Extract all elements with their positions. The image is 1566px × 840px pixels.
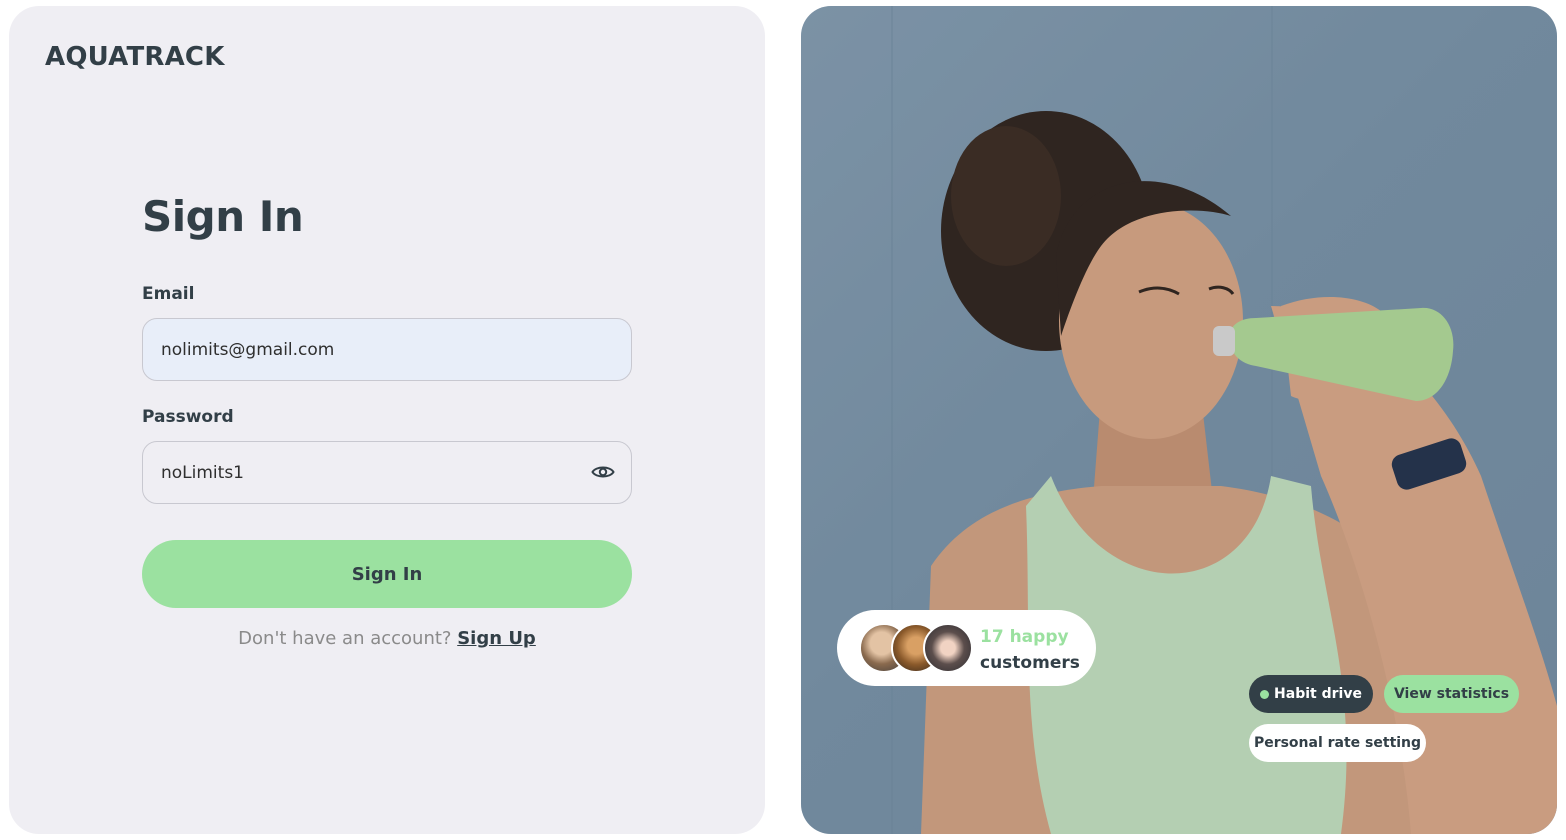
email-field[interactable] [142, 318, 632, 381]
page-title: Sign In [142, 192, 304, 241]
sign-in-panel: AQUATRACK Sign In Email Password Sign In… [9, 6, 765, 834]
signup-prompt: Don't have an account? [238, 628, 452, 649]
avatar [923, 623, 973, 673]
app-logo[interactable]: AQUATRACK [45, 42, 225, 72]
happy-customers-card: 17 happy customers [837, 610, 1096, 686]
customers-label: customers [980, 653, 1080, 673]
customers-text: 17 happy customers [980, 624, 1080, 676]
sign-in-form: Sign In Email Password Sign In Don't hav… [142, 192, 632, 649]
personal-rate-setting-tag[interactable]: Personal rate setting [1249, 724, 1426, 762]
customers-count: 17 happy [980, 627, 1069, 647]
status-dot-icon [1260, 689, 1270, 699]
sign-in-button[interactable]: Sign In [142, 540, 632, 608]
view-statistics-tag[interactable]: View statistics [1384, 675, 1519, 713]
hero-panel: 17 happy customers Habit drive View stat… [801, 6, 1557, 834]
email-label: Email [142, 284, 195, 304]
email-field-wrap [142, 318, 632, 381]
password-field[interactable] [142, 441, 632, 504]
signup-prompt-line: Don't have an account? Sign Up [142, 628, 632, 649]
eye-icon[interactable] [590, 461, 616, 483]
password-label: Password [142, 407, 234, 427]
habit-drive-label: Habit drive [1274, 686, 1362, 702]
sign-up-link[interactable]: Sign Up [457, 628, 536, 649]
habit-drive-tag[interactable]: Habit drive [1249, 675, 1373, 713]
password-field-wrap [142, 441, 632, 504]
